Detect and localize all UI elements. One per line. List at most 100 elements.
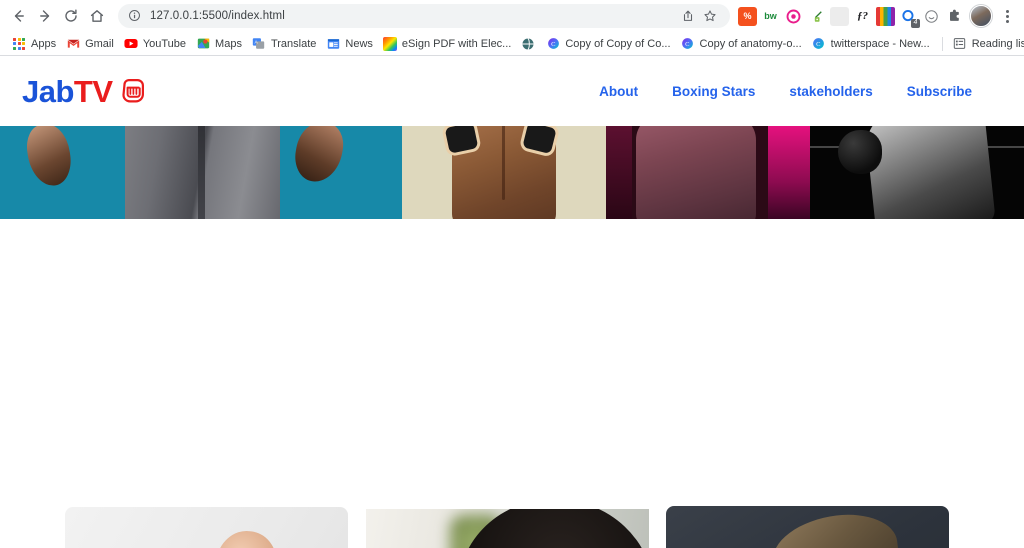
eye-extension-icon[interactable] [784,7,803,26]
back-arrow-icon [14,10,24,22]
news-icon [326,37,340,51]
bookmark-label: News [345,37,373,50]
page-viewport: Jab TV About Boxing Stars stakeholders S… [0,56,1024,548]
svg-text:C: C [551,41,555,48]
banner-decor [23,126,75,189]
canva-icon: C [546,37,560,51]
extension-tray: % bw ƒ? 4 [736,5,1018,28]
reading-list-label: Reading list [971,37,1024,50]
site-info-icon[interactable] [128,9,142,23]
reload-icon [65,9,77,22]
maps-icon [196,37,210,51]
percent-extension-icon[interactable]: % [738,6,757,26]
fist-icon [116,76,148,106]
bookmark-twitterspace[interactable]: C twitterspace - New... [808,35,936,53]
bookmark-label: Translate [270,37,317,50]
bookmark-gmail[interactable]: Gmail [62,35,120,53]
profile-avatar[interactable] [970,5,992,27]
banner-decor [291,126,347,186]
photo-decor [210,527,282,548]
svg-text:C: C [816,41,820,48]
reading-list-icon [953,37,967,51]
address-bar[interactable]: 127.0.0.1:5500/index.html [118,4,730,28]
address-bar-url: 127.0.0.1:5500/index.html [150,10,285,22]
translate-icon: A [252,37,266,51]
youtube-icon [124,37,138,51]
eyedropper-extension-icon[interactable] [807,7,826,26]
bookmarks-bar-right: Reading list [936,35,1024,53]
team-card[interactable]: Jane Doe MD [366,509,649,548]
team-card[interactable]: John Doe JNR Head Analyst [666,506,949,548]
bookmark-copy-of-anatomy-o[interactable]: C Copy of anatomy-o... [677,35,808,53]
nav-link-subscribe[interactable]: Subscribe [907,84,972,99]
banner-decor [636,126,756,219]
forward-button[interactable] [32,3,58,29]
bookmark-copy-of-copy-of-co[interactable]: C Copy of Copy of Co... [542,35,676,53]
photo-decor [768,508,902,548]
bookmark-news[interactable]: News [322,35,379,53]
bookmark-label: Gmail [85,37,114,50]
reading-list-button[interactable]: Reading list [949,35,1024,53]
team-photo-jane-doe [366,509,649,548]
team-section: John Doe Founder Jane Doe MD [0,219,1024,548]
blank-extension-icon[interactable] [830,6,849,26]
bookmark-translate[interactable]: A Translate [248,35,322,53]
team-photo-john-doe [65,507,348,548]
bookmark-maps[interactable]: Maps [192,35,248,53]
banner-image-boxer-mono [810,126,1024,219]
banner-decor [838,130,882,174]
home-button[interactable] [84,3,110,29]
gmail-icon [66,37,80,51]
bookmark-youtube[interactable]: YouTube [120,35,192,53]
bookmark-label: Copy of Copy of Co... [565,37,671,50]
home-icon [90,10,104,22]
omnibox-actions [678,6,720,26]
banner-image-boxer-cream [402,126,606,219]
bookmark-label: Apps [31,37,57,50]
reload-button[interactable] [58,3,84,29]
forward-arrow-icon [40,10,50,22]
globe-icon [521,37,535,51]
site-navigation: About Boxing Stars stakeholders Subscrib… [599,84,1000,99]
canva-icon: C [812,37,826,51]
bookmark-label: Maps [215,37,242,50]
font-extension-icon[interactable]: ƒ? [853,7,872,26]
browser-window: 127.0.0.1:5500/index.html % bw ƒ? 4 Apps… [0,0,1024,548]
logo-text-jab: Jab [22,73,74,109]
three-dot-menu-icon[interactable] [996,5,1018,27]
browser-toolbar: 127.0.0.1:5500/index.html % bw ƒ? 4 [0,0,1024,32]
bookmark-label: Copy of anatomy-o... [699,37,802,50]
bookmark-label: eSign PDF with Elec... [401,37,512,50]
bookmark-label: twitterspace - New... [830,37,930,50]
color-palette-extension-icon[interactable] [876,6,895,26]
apps-grid-icon [12,37,26,51]
banner-image-boxer-teal [0,126,402,219]
bookmark-star-icon[interactable] [700,6,720,26]
back-button[interactable] [6,3,32,29]
site-header: Jab TV About Boxing Stars stakeholders S… [0,56,1024,126]
grammar-extension-icon[interactable]: 4 [899,7,920,28]
site-logo[interactable]: Jab TV [22,76,148,107]
banner-image-boxer-magenta [606,126,810,219]
esign-icon [382,36,397,51]
bookmark-apps[interactable]: Apps [8,35,62,53]
nav-link-boxing-stars[interactable]: Boxing Stars [672,84,755,99]
nav-link-about[interactable]: About [599,84,638,99]
bitwarden-extension-icon[interactable]: bw [761,7,780,26]
svg-text:C: C [685,41,689,48]
grammar-extension-badge: 4 [911,18,920,28]
bookmark-esign-pdf[interactable]: eSign PDF with Elec... [379,35,517,53]
canva-icon: C [681,37,695,51]
team-photo-john-doe-jnr [666,506,949,548]
hero-banner [0,126,1024,219]
bookmark-globe[interactable] [517,35,542,53]
bookmarks-bar: Apps Gmail YouTube Maps A Translate News… [0,32,1024,56]
bookmark-label: YouTube [142,37,187,50]
share-icon[interactable] [678,6,698,26]
nav-link-stakeholders[interactable]: stakeholders [789,84,872,99]
banner-decor [864,126,996,219]
bookmarks-divider [941,36,943,51]
emoji-extension-icon[interactable] [922,7,941,26]
extensions-puzzle-icon[interactable] [945,7,964,26]
team-card[interactable]: John Doe Founder [65,507,348,548]
